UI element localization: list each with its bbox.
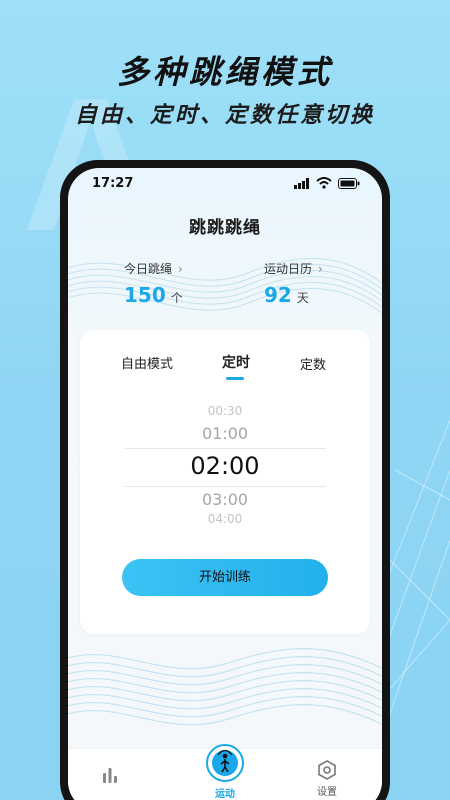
time-picker[interactable]: 00:30 01:00 02:00 03:00 04:00 xyxy=(80,402,370,526)
nav-item-settings[interactable]: 设置 xyxy=(314,759,340,798)
status-bar: 17:27 xyxy=(68,168,382,198)
exercise-calendar-unit: 天 xyxy=(296,291,309,305)
tab-timed[interactable]: 定时 xyxy=(222,352,250,372)
today-jumps-stat[interactable]: 今日跳绳 › 150 个 xyxy=(124,260,183,308)
tab-count[interactable]: 定数 xyxy=(300,354,326,373)
active-tab-indicator xyxy=(226,377,244,380)
promo-title: 多种跳绳模式 xyxy=(116,53,333,91)
bar-chart-icon xyxy=(103,768,117,783)
nav-item-exercise[interactable]: 运动 xyxy=(199,743,251,800)
bottom-nav: 运动 设置 xyxy=(68,744,382,800)
picker-option[interactable]: 04:00 xyxy=(80,512,370,526)
picker-selected-option[interactable]: 02:00 xyxy=(80,452,370,480)
start-training-button[interactable]: 开始训练 xyxy=(122,559,328,596)
cellular-signal-icon xyxy=(294,177,309,189)
battery-icon xyxy=(338,177,360,189)
phone-screen: 17:27 跳跳跳绳 今日跳绳 › 150 个 运动日历 › 92 天 自由模式… xyxy=(68,168,382,800)
picker-option[interactable]: 03:00 xyxy=(80,490,370,509)
picker-option[interactable]: 01:00 xyxy=(80,424,370,443)
tab-free-mode[interactable]: 自由模式 xyxy=(121,353,173,372)
promo-subtitle: 自由、定时、定数任意切换 xyxy=(74,103,375,128)
exercise-calendar-stat[interactable]: 运动日历 › 92 天 xyxy=(264,260,323,308)
settings-hex-icon xyxy=(318,760,336,780)
today-jumps-unit: 个 xyxy=(170,291,183,305)
phone-frame: 17:27 跳跳跳绳 今日跳绳 › 150 个 运动日历 › 92 天 自由模式… xyxy=(60,160,390,800)
today-jumps-value: 150 xyxy=(124,283,166,307)
nav-label-exercise: 运动 xyxy=(215,789,235,800)
bottom-wave-decoration xyxy=(68,648,382,726)
status-icons xyxy=(294,177,360,189)
app-title: 跳跳跳绳 xyxy=(189,218,261,238)
status-time: 17:27 xyxy=(92,175,134,191)
picker-divider-bottom xyxy=(124,486,326,487)
mode-tabs: 自由模式 定时 定数 xyxy=(80,352,370,382)
nav-item-stats[interactable] xyxy=(98,765,122,789)
wifi-icon xyxy=(316,177,332,189)
picker-divider-top xyxy=(124,448,326,449)
chevron-right-icon: › xyxy=(318,261,323,276)
exercise-calendar-label: 运动日历 xyxy=(264,262,313,276)
today-jumps-label: 今日跳绳 xyxy=(124,262,173,276)
nav-label-settings: 设置 xyxy=(317,787,337,798)
picker-option[interactable]: 00:30 xyxy=(80,404,370,418)
mode-card: 自由模式 定时 定数 00:30 01:00 02:00 03:00 04:00… xyxy=(80,330,370,634)
chevron-right-icon: › xyxy=(178,261,183,276)
exercise-calendar-value: 92 xyxy=(264,283,292,307)
header-wave-decoration xyxy=(68,258,382,314)
jump-rope-icon xyxy=(206,744,244,782)
